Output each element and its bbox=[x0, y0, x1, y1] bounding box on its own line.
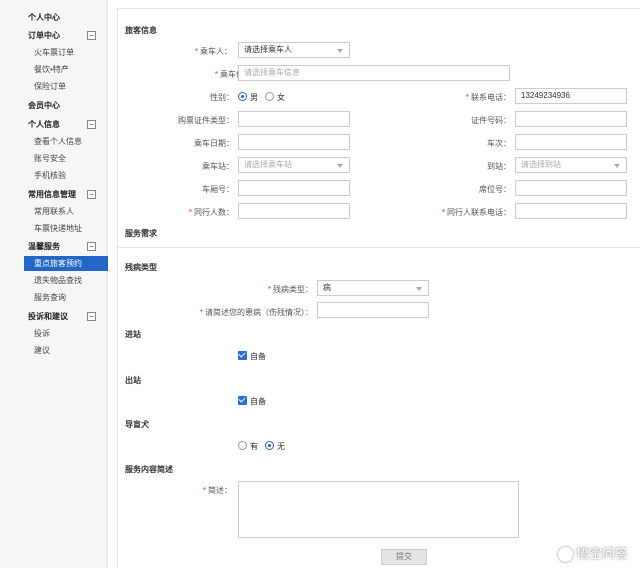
guide-dog-no-radio[interactable] bbox=[265, 441, 274, 450]
sidebar-order-center[interactable]: 订单中心 bbox=[28, 31, 60, 41]
sidebar-item-service-query[interactable]: 服务查询 bbox=[34, 293, 66, 303]
car-number-input[interactable] bbox=[238, 180, 350, 196]
disability-type-select[interactable]: 病 bbox=[317, 280, 429, 296]
companions-label: * 同行人数： bbox=[188, 208, 234, 217]
sidebar-personal-info[interactable]: 个人信息 bbox=[28, 120, 60, 130]
id-number-input[interactable] bbox=[515, 111, 627, 127]
gender-male-radio[interactable] bbox=[238, 92, 247, 101]
disability-section-title: 残病类型 bbox=[125, 263, 157, 272]
sidebar-common-info[interactable]: 常用信息管理 bbox=[28, 190, 76, 200]
sidebar: 个人中心 订单中心 − 火车票订单 餐饮•特产 保险订单 会员中心 个人信息 −… bbox=[0, 0, 108, 568]
sidebar-item-suggestion[interactable]: 建议 bbox=[34, 346, 50, 356]
id-type-label: 购票证件类型： bbox=[178, 116, 234, 125]
phone-label: * 联系电话： bbox=[465, 93, 511, 102]
train-label: 车次： bbox=[487, 139, 511, 148]
collapse-icon[interactable]: − bbox=[87, 190, 96, 199]
sidebar-item-phone-verify[interactable]: 手机核验 bbox=[34, 171, 66, 181]
date-label: 乘车日期： bbox=[194, 139, 234, 148]
gender-male-label: 男 bbox=[250, 93, 258, 102]
exit-self-checkbox[interactable] bbox=[238, 396, 247, 405]
companion-phone-input[interactable] bbox=[515, 203, 627, 219]
phone-input[interactable]: 13249234936 bbox=[515, 88, 627, 104]
exit-self-label: 自备 bbox=[250, 397, 266, 406]
entry-section-title: 进站 bbox=[125, 330, 141, 339]
sidebar-item-insurance[interactable]: 保险订单 bbox=[34, 82, 66, 92]
gender-label: 性别： bbox=[210, 93, 234, 102]
id-number-label: 证件号码： bbox=[471, 116, 511, 125]
passenger-label: * 乘车人： bbox=[194, 47, 232, 56]
from-station-label: 乘车站： bbox=[202, 162, 234, 171]
passenger-select[interactable]: 请选择乘车人 bbox=[238, 42, 350, 58]
divider bbox=[118, 247, 640, 248]
entry-self-label: 自备 bbox=[250, 352, 266, 361]
passenger-info-input[interactable]: 请选择乘车信息 bbox=[238, 65, 510, 81]
seat-number-label: 席位号： bbox=[479, 185, 511, 194]
sidebar-item-account-security[interactable]: 账号安全 bbox=[34, 154, 66, 164]
sidebar-item-complaint[interactable]: 投诉 bbox=[34, 329, 50, 339]
main-panel: 旅客信息 *乘车人： 请选择乘车人 *乘车信息： 请选择乘车信息 性别： 男 女… bbox=[117, 8, 640, 568]
id-type-input[interactable] bbox=[238, 111, 350, 127]
passenger-section-title: 旅客信息 bbox=[125, 26, 157, 35]
submit-button[interactable]: 提交 bbox=[381, 549, 427, 565]
service-section-title: 服务需求 bbox=[125, 229, 157, 238]
sidebar-item-catering[interactable]: 餐饮•特产 bbox=[34, 65, 69, 75]
watermark: 悟空问答 bbox=[557, 543, 628, 562]
exit-section-title: 出站 bbox=[125, 376, 141, 385]
sidebar-item-key-passenger[interactable]: 重点旅客预约 bbox=[24, 256, 108, 271]
date-input[interactable] bbox=[238, 134, 350, 150]
sidebar-item-lost-items[interactable]: 遗失物品查找 bbox=[34, 276, 82, 286]
car-number-label: 车厢号： bbox=[202, 185, 234, 194]
sidebar-warm-service[interactable]: 温馨服务 bbox=[28, 242, 60, 252]
collapse-icon[interactable]: − bbox=[87, 31, 96, 40]
collapse-icon[interactable]: − bbox=[87, 312, 96, 321]
gender-female-radio[interactable] bbox=[265, 92, 274, 101]
service-desc-section-title: 服务内容简述 bbox=[125, 465, 173, 474]
illness-desc-label: * 请简述您的患病（伤残情况）： bbox=[199, 308, 313, 317]
to-station-select[interactable]: 请选择到站 bbox=[515, 157, 627, 173]
entry-self-checkbox[interactable] bbox=[238, 351, 247, 360]
companion-phone-label: * 同行人联系电话： bbox=[441, 208, 511, 217]
sidebar-member-center[interactable]: 会员中心 bbox=[28, 101, 60, 111]
to-station-label: 到站： bbox=[487, 162, 511, 171]
sidebar-item-delivery-address[interactable]: 车票快递地址 bbox=[34, 224, 82, 234]
summary-label: * 简述： bbox=[202, 486, 232, 495]
gender-female-label: 女 bbox=[277, 93, 285, 102]
sidebar-personal-center[interactable]: 个人中心 bbox=[28, 13, 60, 23]
sidebar-item-contacts[interactable]: 常用联系人 bbox=[34, 207, 74, 217]
sidebar-complaints[interactable]: 投诉和建议 bbox=[28, 312, 68, 322]
train-input[interactable] bbox=[515, 134, 627, 150]
guide-dog-section-title: 导盲犬 bbox=[125, 420, 149, 429]
collapse-icon[interactable]: − bbox=[87, 120, 96, 129]
illness-desc-input[interactable] bbox=[317, 302, 429, 318]
guide-dog-yes-radio[interactable] bbox=[238, 441, 247, 450]
guide-dog-yes-label: 有 bbox=[250, 442, 258, 451]
chat-bubble-icon bbox=[557, 547, 573, 562]
sidebar-item-view-info[interactable]: 查看个人信息 bbox=[34, 137, 82, 147]
guide-dog-no-label: 无 bbox=[277, 442, 285, 451]
collapse-icon[interactable]: − bbox=[87, 242, 96, 251]
summary-textarea[interactable] bbox=[238, 481, 519, 538]
disability-type-label: * 残病类型： bbox=[267, 285, 313, 294]
from-station-select[interactable]: 请选择乘车站 bbox=[238, 157, 350, 173]
companions-input[interactable] bbox=[238, 203, 350, 219]
sidebar-item-train-orders[interactable]: 火车票订单 bbox=[34, 48, 74, 58]
seat-number-input[interactable] bbox=[515, 180, 627, 196]
